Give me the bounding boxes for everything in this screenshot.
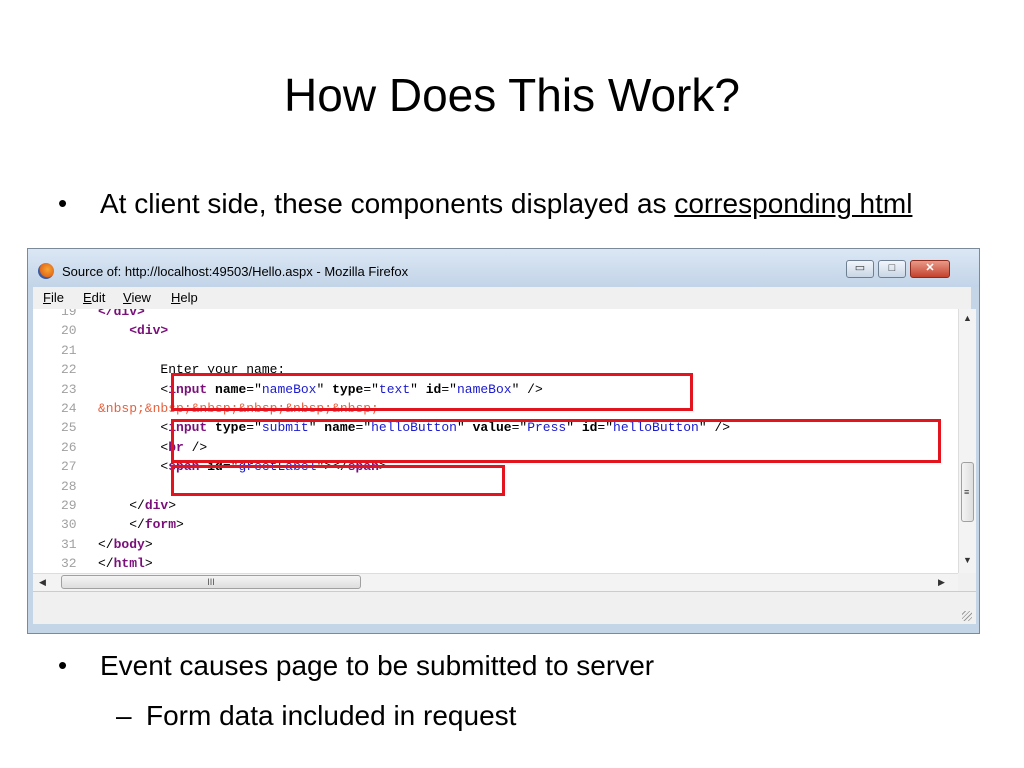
menu-view[interactable]: View: [123, 290, 151, 305]
line-number: 25: [61, 420, 77, 436]
scroll-up-icon[interactable]: ▲: [963, 313, 972, 323]
line-number: 32: [61, 556, 77, 572]
maximize-button[interactable]: □: [878, 260, 906, 278]
line-number: 20: [61, 323, 77, 339]
resize-grip-icon[interactable]: [962, 611, 972, 621]
firefox-icon: [38, 263, 54, 279]
code-text: <div>: [129, 323, 169, 339]
code-line: 30 </form>: [33, 515, 958, 534]
menu-bar: File Edit View Help: [33, 287, 971, 309]
bullet-icon: •: [58, 650, 68, 680]
line-number: 30: [61, 517, 77, 533]
code-text: </html>: [98, 556, 153, 572]
vertical-scroll-thumb[interactable]: ≡: [961, 462, 974, 522]
line-number: 29: [61, 498, 77, 513]
line-number: 24: [61, 401, 77, 416]
close-button[interactable]: ✕: [910, 260, 950, 278]
line-number: 31: [61, 536, 77, 552]
vertical-scrollbar[interactable]: ▲ ≡ ▼: [958, 309, 976, 573]
code-line: 31 </body>: [33, 535, 958, 554]
slide-title: How Does This Work?: [284, 69, 740, 121]
line-number: 22: [61, 362, 77, 378]
firefox-view-source-window: Source of: http://localhost:49503/Hello.…: [27, 248, 980, 634]
grip-icon: ≡: [964, 487, 970, 497]
code-line: 20 <div>: [33, 321, 958, 340]
source-code-view[interactable]: 32 </html> 31 </body> 30 </form> 29 </div> 28 2…: [33, 309, 958, 573]
menu-file[interactable]: File: [43, 290, 64, 305]
line-number: 23: [61, 381, 77, 397]
line-number: 26: [61, 439, 77, 455]
dash-icon: –: [116, 700, 132, 731]
line-number: 28: [61, 478, 77, 494]
bullet-text: Event causes page to be submitted to ser…: [100, 650, 655, 681]
minimize-button[interactable]: ▭: [846, 260, 874, 278]
window-title: Source of: http://localhost:49503/Hello.…: [62, 264, 409, 279]
menu-edit[interactable]: Edit: [83, 290, 105, 305]
line-number: 21: [61, 342, 77, 358]
highlight-box-submit-button: [171, 419, 941, 463]
bullet-icon: •: [58, 188, 68, 218]
highlight-box-span: [171, 465, 505, 496]
code-line: 29 </div>: [33, 496, 958, 515]
code-line: 32 </html>: [33, 554, 958, 573]
scroll-right-icon[interactable]: ▶: [938, 577, 945, 588]
scroll-left-icon[interactable]: ◀: [39, 577, 46, 588]
horizontal-scroll-thumb[interactable]: III: [61, 575, 361, 589]
code-text: </form>: [98, 517, 184, 533]
status-bar: [33, 591, 976, 624]
scroll-down-icon[interactable]: ▼: [963, 555, 972, 565]
sub-bullet-text: Form data included in request: [146, 700, 517, 731]
code-line: 19 </div>: [33, 309, 958, 321]
bullet-text: At client side, these components display…: [100, 188, 675, 219]
scrollbar-corner: [958, 573, 976, 591]
code-text: </div>: [98, 498, 177, 513]
highlight-box-input-text: [171, 373, 693, 411]
horizontal-scrollbar[interactable]: ◀ III ▶: [33, 573, 958, 591]
line-number: 19: [61, 309, 77, 319]
underlined-phrase: corresponding html: [674, 188, 913, 219]
line-number: 27: [61, 459, 77, 475]
menu-help[interactable]: Help: [171, 290, 198, 305]
window-titlebar[interactable]: Source of: http://localhost:49503/Hello.…: [28, 249, 979, 287]
code-text: </body>: [98, 536, 153, 552]
code-text: </div>: [98, 309, 145, 319]
code-line: 21: [33, 341, 958, 360]
